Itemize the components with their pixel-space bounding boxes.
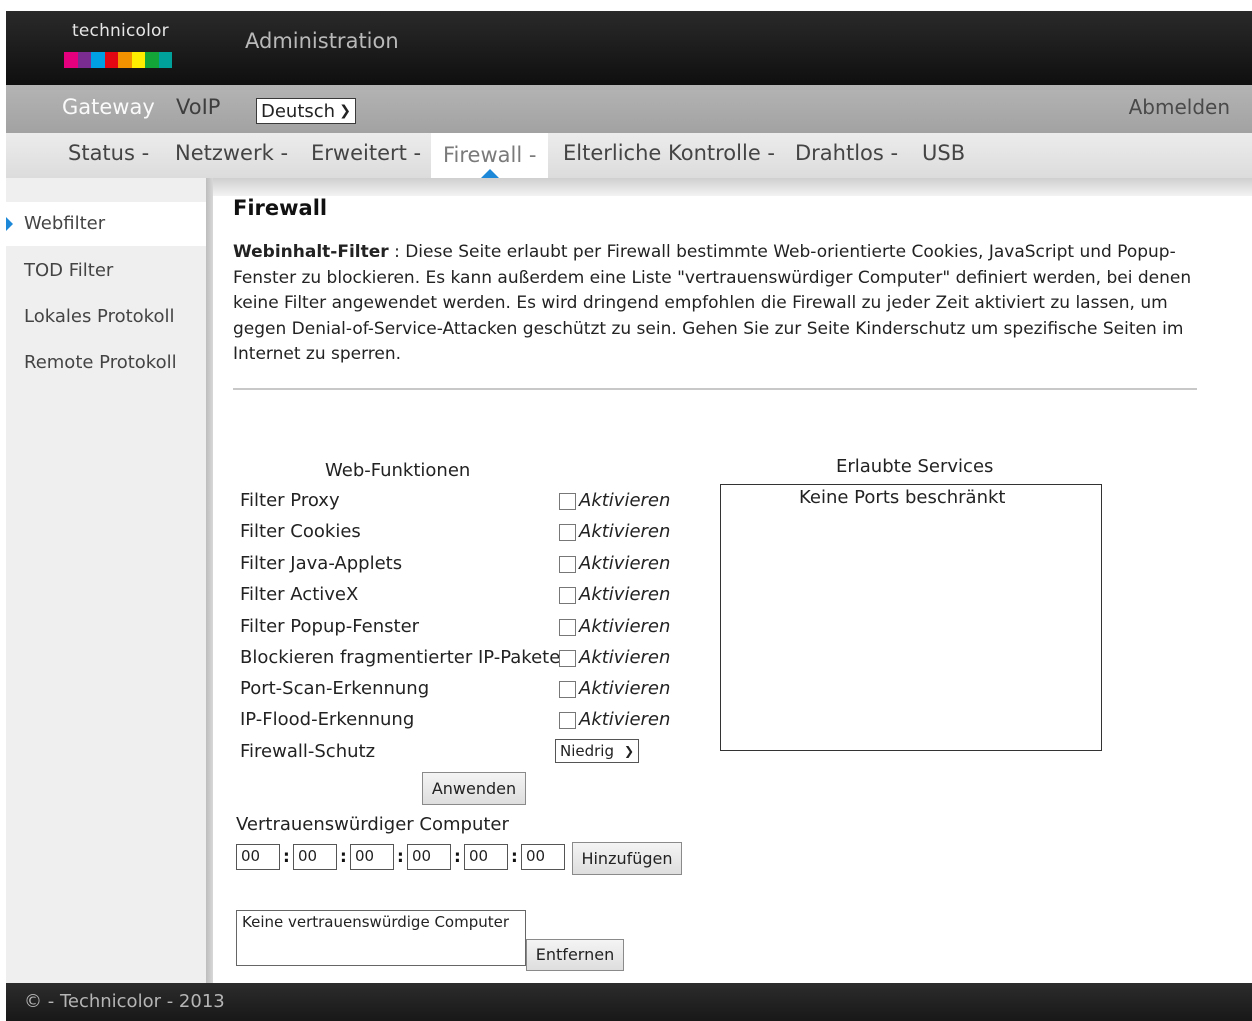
logo-color-bar [64,52,172,68]
filter-label: Port-Scan-Erkennung [240,678,430,699]
logo-color-stripe [131,52,145,68]
sidebar-border [206,178,213,983]
tab-erweitert[interactable]: Erweitert - [311,141,421,165]
enable-checkbox-label: Aktivieren [579,709,671,730]
enable-checkbox[interactable] [559,556,576,573]
logo-color-stripe [158,52,172,68]
logo-color-stripe [145,52,159,68]
app-frame: technicolor Administration Gateway VoIP … [6,11,1252,1021]
sidebar-item-label: Lokales Protokoll [24,306,175,327]
mac-octet-1-input[interactable]: 00 [236,844,280,870]
sidebar-item-webfilter[interactable]: Webfilter [6,202,206,246]
enable-checkbox-label: Aktivieren [579,584,671,605]
enable-checkbox[interactable] [559,619,576,636]
enable-checkbox-label: Aktivieren [579,616,671,637]
sidebar-item-lokales-protokoll[interactable]: Lokales Protokoll [6,295,206,339]
top-header: technicolor Administration [6,11,1252,85]
mac-octet-3-input[interactable]: 00 [350,844,394,870]
sidebar-item-remote-protokoll[interactable]: Remote Protokoll [6,341,206,385]
nav-gateway[interactable]: Gateway [62,95,155,119]
tab-elterliche-kontrolle[interactable]: Elterliche Kontrolle - [563,141,775,165]
tab-usb[interactable]: USB [922,141,965,165]
chevron-down-icon: ❯ [623,744,634,758]
active-item-indicator-icon [6,217,13,231]
firewall-protection-select[interactable]: Niedrig ❯ [555,739,639,763]
chevron-down-icon: ❯ [339,103,351,119]
apply-button[interactable]: Anwenden [422,772,526,805]
services-empty-text: Keine Ports beschränkt [799,487,1006,508]
trusted-list-empty-text: Keine vertrauenswürdige Computer [242,913,510,931]
tab-netzwerk[interactable]: Netzwerk - [175,141,288,165]
language-select-value: Deutsch [261,100,336,122]
logo-color-stripe [104,52,118,68]
logo-color-stripe [64,52,78,68]
logo-color-stripe [77,52,91,68]
mac-octet-4-input[interactable]: 00 [407,844,451,870]
firewall-protection-label: Firewall-Schutz [240,741,376,762]
sidebar: Webfilter TOD Filter Lokales Protokoll R… [6,178,206,983]
sidebar-item-label: Remote Protokoll [24,352,177,373]
tab-firewall-label: Firewall - [443,143,537,167]
trusted-computer-heading: Vertrauenswürdiger Computer [236,814,509,835]
remove-trusted-button[interactable]: Entfernen [526,939,624,971]
enable-checkbox-label: Aktivieren [579,678,671,699]
sub-nav: Status - Netzwerk - Erweitert - Firewall… [6,133,1252,178]
mac-separator: : [283,847,290,867]
mac-octet-5-input[interactable]: 00 [464,844,508,870]
tab-firewall[interactable]: Firewall - [431,133,549,178]
enable-checkbox[interactable] [559,712,576,729]
mac-separator: : [340,847,347,867]
allowed-services-heading: Erlaubte Services [836,456,994,477]
enable-checkbox-label: Aktivieren [579,521,671,542]
web-functions-heading: Web-Funktionen [325,460,471,481]
trusted-computer-list[interactable]: Keine vertrauenswürdige Computer [236,910,526,966]
allowed-services-list[interactable]: Keine Ports beschränkt [720,484,1102,751]
description-label: Webinhalt-Filter [233,242,389,262]
mac-separator: : [511,847,518,867]
logo-color-stripe [91,52,105,68]
top-nav: Gateway VoIP Deutsch ❯ Abmelden [6,85,1252,133]
divider [233,388,1197,390]
page-title: Firewall [233,196,328,220]
enable-checkbox[interactable] [559,681,576,698]
mac-separator: : [454,847,461,867]
tab-status[interactable]: Status - [68,141,149,165]
enable-checkbox[interactable] [559,587,576,604]
mac-separator: : [397,847,404,867]
logout-link[interactable]: Abmelden [1129,95,1230,119]
filter-label: Filter ActiveX [240,584,359,605]
filter-label: Filter Popup-Fenster [240,616,420,637]
mac-octet-6-input[interactable]: 00 [521,844,565,870]
logo-text: technicolor [72,21,169,41]
sidebar-item-tod-filter[interactable]: TOD Filter [6,249,206,293]
filter-label: IP-Flood-Erkennung [240,709,415,730]
sidebar-item-label: TOD Filter [24,260,114,281]
enable-checkbox[interactable] [559,650,576,667]
logo-color-stripe [118,52,132,68]
nav-voip[interactable]: VoIP [176,95,220,119]
language-select[interactable]: Deutsch ❯ [256,98,356,124]
description-separator: : [388,242,406,262]
filter-label: Blockieren fragmentierter IP-Pakete [240,647,561,668]
page-header-title: Administration [245,29,399,53]
enable-checkbox-label: Aktivieren [579,490,671,511]
enable-checkbox[interactable] [559,493,576,510]
tab-drahtlos[interactable]: Drahtlos - [795,141,898,165]
add-trusted-button[interactable]: Hinzufügen [572,842,682,875]
page-description: Webinhalt-Filter : Diese Seite erlaubt p… [233,240,1193,368]
enable-checkbox-label: Aktivieren [579,553,671,574]
active-tab-indicator-icon [480,169,499,178]
enable-checkbox[interactable] [559,524,576,541]
filter-label: Filter Java-Applets [240,553,403,574]
sidebar-item-label: Webfilter [24,213,106,234]
enable-checkbox-label: Aktivieren [579,647,671,668]
filter-label: Filter Proxy [240,490,340,511]
footer: © - Technicolor - 2013 [6,983,1252,1021]
technicolor-logo: technicolor [64,21,174,71]
filter-label: Filter Cookies [240,521,361,542]
mac-octet-2-input[interactable]: 00 [293,844,337,870]
firewall-protection-value: Niedrig [560,742,614,760]
copyright-text: © - Technicolor - 2013 [24,991,225,1012]
